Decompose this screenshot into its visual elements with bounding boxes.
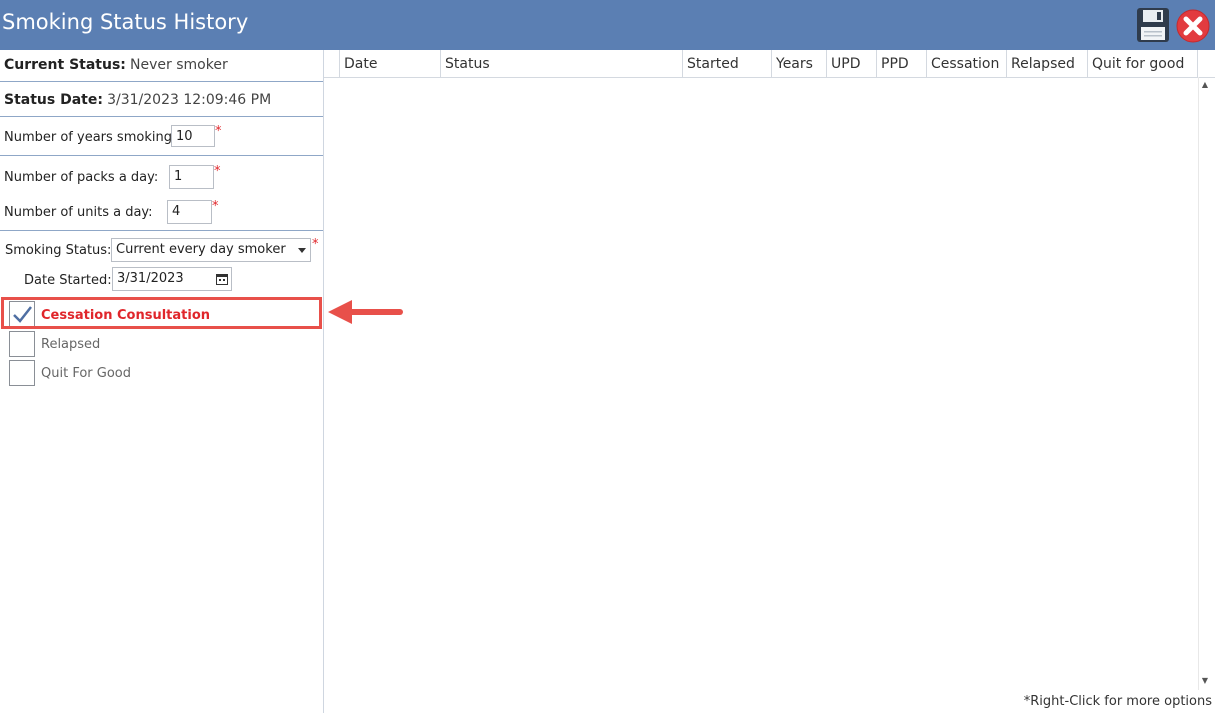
smoking-status-select[interactable]: Current every day smoker [111, 238, 311, 262]
current-status-row: Current Status: Never smoker [4, 57, 327, 73]
window-title: Smoking Status History [2, 10, 249, 34]
status-date-value: 3/31/2023 12:09:46 PM [107, 92, 272, 108]
save-button[interactable] [1136, 7, 1170, 43]
save-icon [1137, 8, 1169, 42]
divider [0, 230, 323, 231]
highlight-box [1, 297, 322, 329]
relapsed-label[interactable]: Relapsed [41, 337, 100, 352]
current-status-label: Current Status: [4, 57, 126, 73]
units-per-day-label: Number of units a day: [4, 205, 153, 220]
column-header-date[interactable]: Date [339, 50, 440, 77]
history-grid-header: Date Status Started Years UPD PPD Cessat… [324, 50, 1215, 78]
close-icon [1176, 9, 1210, 43]
required-marker: * [212, 199, 219, 214]
column-header-years[interactable]: Years [771, 50, 826, 77]
vertical-scrollbar[interactable] [1198, 77, 1215, 690]
divider [0, 116, 323, 117]
column-header-upd[interactable]: UPD [826, 50, 876, 77]
required-marker: * [215, 124, 222, 139]
title-bar: Smoking Status History [0, 0, 1215, 50]
units-per-day-input[interactable]: 4 [167, 200, 212, 224]
column-header-spacer [1197, 50, 1215, 77]
column-header-relapsed[interactable]: Relapsed [1006, 50, 1087, 77]
date-started-input[interactable]: 3/31/2023 [112, 267, 232, 291]
status-date-label: Status Date: [4, 92, 103, 108]
quit-for-good-checkbox[interactable] [9, 360, 35, 386]
required-marker: * [312, 237, 319, 252]
column-header-quit-for-good[interactable]: Quit for good [1087, 50, 1197, 77]
date-started-value: 3/31/2023 [117, 271, 184, 286]
scroll-up-icon[interactable]: ▲ [1200, 80, 1210, 90]
years-smoking-label: Number of years smoking: [4, 130, 177, 145]
scroll-down-icon[interactable]: ▼ [1200, 676, 1210, 686]
years-smoking-input[interactable]: 10 [171, 125, 215, 147]
column-header-cessation[interactable]: Cessation [926, 50, 1006, 77]
packs-per-day-input[interactable]: 1 [169, 165, 214, 189]
divider [0, 81, 323, 82]
column-header-status[interactable]: Status [440, 50, 682, 77]
footer-note: *Right-Click for more options [1023, 694, 1212, 709]
divider [0, 155, 323, 156]
smoking-status-value: Current every day smoker [116, 242, 286, 257]
required-marker: * [214, 164, 221, 179]
chevron-down-icon [298, 248, 306, 253]
column-header-ppd[interactable]: PPD [876, 50, 926, 77]
close-button[interactable] [1176, 9, 1210, 43]
status-date-row: Status Date: 3/31/2023 12:09:46 PM [4, 92, 327, 108]
arrow-annotation-icon [328, 300, 403, 324]
relapsed-checkbox[interactable] [9, 331, 35, 357]
packs-per-day-label: Number of packs a day: [4, 170, 159, 185]
left-panel: Current Status: Never smoker Status Date… [0, 50, 324, 713]
calendar-icon[interactable] [216, 273, 228, 285]
quit-for-good-label[interactable]: Quit For Good [41, 366, 131, 381]
column-header-started[interactable]: Started [682, 50, 771, 77]
current-status-value: Never smoker [130, 57, 228, 73]
